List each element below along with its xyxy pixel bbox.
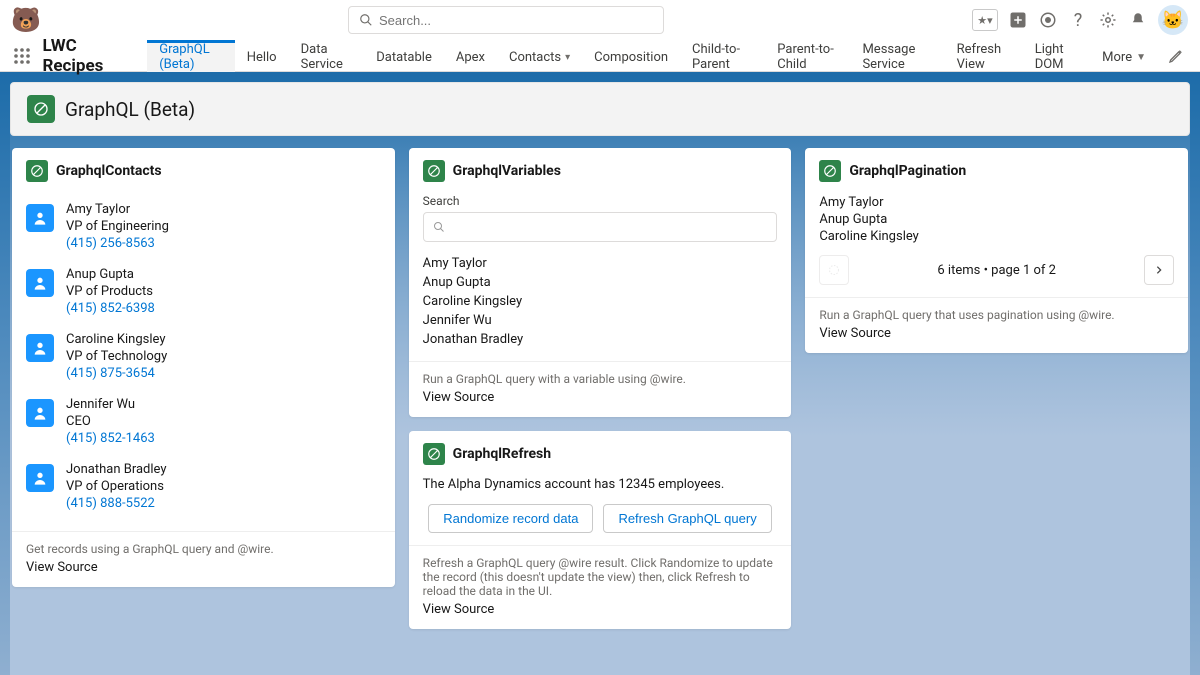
person-icon (26, 204, 54, 232)
app-logo-icon: 🐻 (12, 6, 40, 34)
list-item: Amy Taylor (819, 194, 1174, 211)
card-icon (819, 160, 841, 182)
card-title: GraphqlVariables (453, 163, 561, 179)
list-item: Jonathan Bradley (423, 330, 778, 349)
nav-tab[interactable]: Data Service (289, 40, 365, 72)
pagination-next-button[interactable] (1144, 255, 1174, 285)
card-icon (423, 160, 445, 182)
contact-row: Jennifer Wu CEO (415) 852-1463 (26, 389, 381, 454)
card-footer-desc: Refresh a GraphQL query @wire result. Cl… (423, 556, 778, 598)
refresh-body-text: The Alpha Dynamics account has 12345 emp… (423, 477, 778, 492)
contact-phone-link[interactable]: (415) 256-8563 (66, 236, 169, 251)
list-item: Jennifer Wu (423, 311, 778, 330)
search-icon (359, 13, 373, 27)
global-search[interactable] (348, 6, 664, 34)
favorites-icon[interactable]: ★▾ (972, 9, 998, 31)
chevron-down-icon: ▼ (1136, 52, 1146, 63)
contact-name: Caroline Kingsley (66, 332, 167, 347)
randomize-button[interactable]: Randomize record data (428, 504, 593, 533)
nav-tab[interactable]: Composition (582, 40, 680, 72)
add-icon[interactable] (1008, 10, 1028, 30)
page-header: GraphQL (Beta) (10, 82, 1190, 136)
pagination-status: 6 items • page 1 of 2 (857, 263, 1136, 278)
card-graphql-refresh: GraphqlRefresh The Alpha Dynamics accoun… (409, 431, 792, 629)
nav-tab[interactable]: Hello (235, 40, 289, 72)
app-name: LWC Recipes (42, 36, 127, 76)
contact-name: Amy Taylor (66, 202, 169, 217)
card-title: GraphqlPagination (849, 163, 966, 179)
contact-title: CEO (66, 414, 155, 429)
chevron-down-icon: ▾ (565, 52, 570, 63)
page-title: GraphQL (Beta) (65, 98, 195, 121)
nav-tab[interactable]: Parent-to-Child (765, 40, 850, 72)
contact-name: Anup Gupta (66, 267, 155, 282)
global-search-input[interactable] (379, 13, 653, 28)
list-item: Caroline Kingsley (423, 292, 778, 311)
setup-gear-icon[interactable] (1098, 10, 1118, 30)
view-source-link[interactable]: View Source (423, 390, 778, 405)
contact-title: VP of Technology (66, 349, 167, 364)
list-item: Amy Taylor (423, 254, 778, 273)
card-icon (26, 160, 48, 182)
person-icon (26, 399, 54, 427)
list-item: Anup Gupta (819, 211, 1174, 228)
list-item: Anup Gupta (423, 273, 778, 292)
view-source-link[interactable]: View Source (423, 602, 778, 617)
nav-more[interactable]: More ▼ (1090, 47, 1158, 65)
person-icon (26, 269, 54, 297)
nav-tab[interactable]: Refresh View (945, 40, 1023, 72)
card-icon (423, 443, 445, 465)
contact-phone-link[interactable]: (415) 852-1463 (66, 431, 155, 446)
question-icon[interactable]: ? (1068, 10, 1088, 30)
nav-tab[interactable]: Message Service (850, 40, 944, 72)
contact-name: Jonathan Bradley (66, 462, 167, 477)
card-footer-desc: Get records using a GraphQL query and @w… (26, 542, 381, 556)
contact-row: Anup Gupta VP of Products (415) 852-6398 (26, 259, 381, 324)
contact-phone-link[interactable]: (415) 852-6398 (66, 301, 155, 316)
user-avatar[interactable]: 🐱 (1158, 5, 1188, 35)
search-icon (433, 221, 445, 233)
page-header-icon (27, 95, 55, 123)
refresh-button[interactable]: Refresh GraphQL query (603, 504, 771, 533)
pagination-prev-button[interactable] (819, 255, 849, 285)
contact-row: Amy Taylor VP of Engineering (415) 256-856… (26, 194, 381, 259)
contact-phone-link[interactable]: (415) 875-3654 (66, 366, 167, 381)
person-icon (26, 464, 54, 492)
person-icon (26, 334, 54, 362)
view-source-link[interactable]: View Source (819, 326, 1174, 341)
card-footer-desc: Run a GraphQL query with a variable usin… (423, 372, 778, 386)
nav-tab[interactable]: Light DOM (1023, 40, 1090, 72)
nav-tab[interactable]: Child-to-Parent (680, 40, 765, 72)
nav-tab[interactable]: Apex (444, 40, 497, 72)
variables-search-input[interactable] (423, 212, 778, 242)
salesforce-help-icon[interactable] (1038, 10, 1058, 30)
contact-row: Jonathan Bradley VP of Operations (415) 88… (26, 454, 381, 519)
contact-title: VP of Engineering (66, 219, 169, 234)
notifications-bell-icon[interactable] (1128, 10, 1148, 30)
contact-title: VP of Products (66, 284, 155, 299)
nav-tab[interactable]: Datatable (364, 40, 444, 72)
nav-tab[interactable]: Contacts ▾ (497, 40, 582, 72)
contact-title: VP of Operations (66, 479, 167, 494)
edit-pencil-icon[interactable] (1168, 48, 1184, 64)
card-title: GraphqlRefresh (453, 446, 551, 462)
contact-phone-link[interactable]: (415) 888-5522 (66, 496, 167, 511)
card-graphql-variables: GraphqlVariables Search Amy TaylorAnup G… (409, 148, 792, 417)
search-field-label: Search (423, 194, 778, 208)
nav-tab[interactable]: GraphQL (Beta) (147, 40, 234, 72)
view-source-link[interactable]: View Source (26, 560, 381, 575)
contact-name: Jennifer Wu (66, 397, 155, 412)
card-graphql-pagination: GraphqlPagination Amy TaylorAnup GuptaCa… (805, 148, 1188, 353)
contact-row: Caroline Kingsley VP of Technology (415) 8… (26, 324, 381, 389)
card-graphql-contacts: GraphqlContacts Amy Taylor VP of Engineer… (12, 148, 395, 587)
list-item: Caroline Kingsley (819, 228, 1174, 245)
app-launcher-icon[interactable] (12, 44, 32, 68)
card-footer-desc: Run a GraphQL query that uses pagination… (819, 308, 1174, 322)
card-title: GraphqlContacts (56, 163, 162, 179)
